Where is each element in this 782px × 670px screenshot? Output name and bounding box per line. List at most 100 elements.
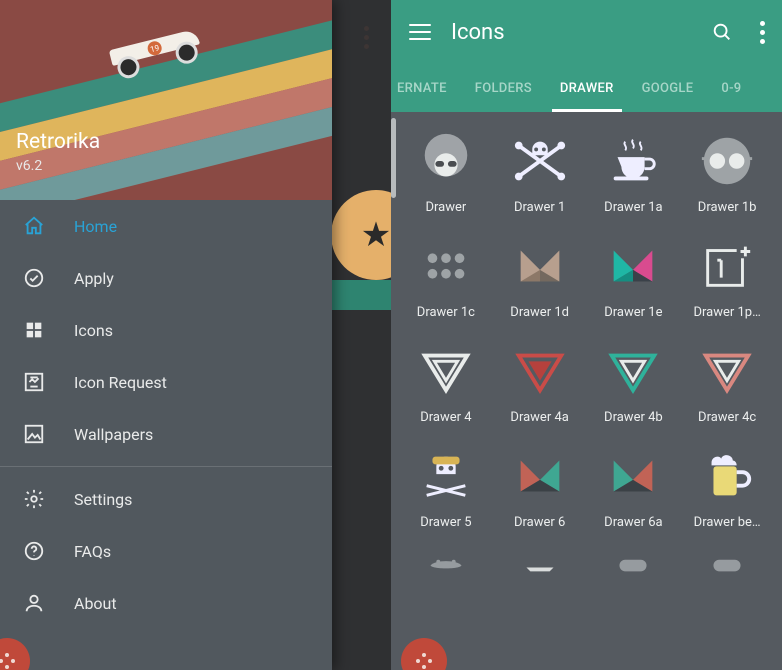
nav-label: Icons (74, 321, 113, 340)
app-version: v6.2 (16, 158, 42, 174)
m-dual-red-teal-icon (509, 445, 571, 507)
icon-label: Drawer 1p… (693, 305, 760, 320)
nav-item-icons[interactable]: Icons (0, 304, 332, 356)
icon-label: Drawer be… (694, 515, 761, 530)
nav-label: About (74, 594, 117, 613)
left-screenshot: ★ 19 Retrorika v6.2 (0, 0, 391, 670)
help-icon (22, 539, 46, 563)
star-badge: ★ (331, 190, 391, 280)
triangle-white-icon (415, 340, 477, 402)
icon-cell[interactable]: Drawer (399, 130, 493, 215)
nav-list: Home Apply Icons Icon Request Wallpapers (0, 200, 332, 629)
home-icon (22, 214, 46, 238)
icon-label: Drawer 1a (604, 200, 662, 215)
icon-label: Drawer (425, 200, 466, 215)
icon-cell[interactable]: Drawer 6 (493, 445, 587, 530)
m-dual-teal-red-icon (602, 445, 664, 507)
home-background: ★ (331, 0, 391, 670)
nav-label: Wallpapers (74, 425, 153, 444)
icon-label: Drawer 4c (698, 410, 756, 425)
gear-icon (22, 487, 46, 511)
nav-item-faqs[interactable]: FAQs (0, 525, 332, 577)
nav-item-home[interactable]: Home (0, 200, 332, 252)
nav-item-about[interactable]: About (0, 577, 332, 629)
navigation-drawer: 19 Retrorika v6.2 Home Apply (0, 0, 332, 670)
person-icon (22, 591, 46, 615)
icon-cell[interactable]: Drawer 4a (493, 340, 587, 425)
nav-item-wallpapers[interactable]: Wallpapers (0, 408, 332, 460)
tab-bar: ERNATE FOLDERS DRAWER GOOGLE 0-9 (391, 64, 782, 112)
nav-label: Icon Request (74, 373, 167, 392)
icon-cell[interactable]: Drawer 1c (399, 235, 493, 320)
dots-grid-icon (415, 235, 477, 297)
tab-alternate[interactable]: ERNATE (391, 64, 461, 112)
tab-folders[interactable]: FOLDERS (461, 64, 546, 112)
app-name: Retrorika (16, 130, 100, 154)
nav-label: Settings (74, 490, 132, 509)
icon-label: Drawer 4b (604, 410, 663, 425)
nav-divider (0, 466, 332, 467)
beer-mug-icon (696, 445, 758, 507)
icon-cell[interactable] (680, 550, 774, 612)
afro-icon (415, 130, 477, 192)
app-bar: Icons (391, 0, 782, 64)
right-screenshot: Icons ERNATE FOLDERS DRAWER GOOGLE 0-9 D… (391, 0, 782, 670)
triangle-teal-icon (602, 340, 664, 402)
icon-label: Drawer 1e (604, 305, 662, 320)
tab-0-9[interactable]: 0-9 (707, 64, 755, 112)
nav-label: Home (74, 217, 117, 236)
icon-cell[interactable]: Drawer be… (680, 445, 774, 530)
icon-label: Drawer 1 (514, 200, 565, 215)
icon-grid: Drawer Drawer 1 Drawer 1a (391, 112, 782, 670)
icon-label: Drawer 1d (510, 305, 569, 320)
robot-face-icon (696, 130, 758, 192)
oneplus-icon (696, 235, 758, 297)
nav-item-icon-request[interactable]: Icon Request (0, 356, 332, 408)
drawer-header: 19 Retrorika v6.2 (0, 0, 332, 200)
icon-label: Drawer 5 (420, 515, 471, 530)
tab-google[interactable]: GOOGLE (628, 64, 708, 112)
icon-cell[interactable]: Drawer 1e (587, 235, 681, 320)
icon-label: Drawer 6 (514, 515, 565, 530)
icon-cell[interactable] (493, 550, 587, 612)
search-icon[interactable] (702, 12, 742, 52)
overflow-menu-icon[interactable] (742, 12, 782, 52)
icon-label: Drawer 1b (698, 200, 757, 215)
nav-label: FAQs (74, 542, 111, 561)
icon-cell[interactable] (399, 550, 493, 612)
icon-cell[interactable]: Drawer 1p… (680, 235, 774, 320)
image-icon (22, 422, 46, 446)
icon-label: Drawer 1c (417, 305, 475, 320)
tab-drawer[interactable]: DRAWER (546, 64, 628, 112)
nav-item-apply[interactable]: Apply (0, 252, 332, 304)
icon-label: Drawer 4a (510, 410, 568, 425)
pirate-skull-icon (415, 445, 477, 507)
coffee-cup-icon (602, 130, 664, 192)
skull-crossbones-icon (509, 130, 571, 192)
icon-cell[interactable]: Drawer 1b (680, 130, 774, 215)
request-icon (22, 370, 46, 394)
triangle-pink-icon (696, 340, 758, 402)
triangle-red-icon (509, 340, 571, 402)
icon-cell[interactable]: Drawer 1a (587, 130, 681, 215)
grid-icon (22, 318, 46, 342)
nav-label: Apply (74, 269, 114, 288)
nav-item-settings[interactable]: Settings (0, 473, 332, 525)
icon-label: Drawer 4 (420, 410, 471, 425)
icon-cell[interactable]: Drawer 6a (587, 445, 681, 530)
m-shape-icon (509, 235, 571, 297)
icon-cell[interactable]: Drawer 4b (587, 340, 681, 425)
icon-cell[interactable]: Drawer 1d (493, 235, 587, 320)
overflow-menu-icon[interactable] (364, 26, 369, 49)
icon-cell[interactable]: Drawer 5 (399, 445, 493, 530)
icon-cell[interactable]: Drawer 1 (493, 130, 587, 215)
check-circle-icon (22, 266, 46, 290)
background-stripe (331, 280, 391, 310)
icon-cell[interactable]: Drawer 4c (680, 340, 774, 425)
icon-label: Drawer 6a (604, 515, 662, 530)
icon-cell[interactable]: Drawer 4 (399, 340, 493, 425)
page-title: Icons (451, 20, 702, 45)
icon-cell[interactable] (587, 550, 681, 612)
m-shape-colored-icon (602, 235, 664, 297)
hamburger-icon[interactable] (409, 21, 431, 43)
